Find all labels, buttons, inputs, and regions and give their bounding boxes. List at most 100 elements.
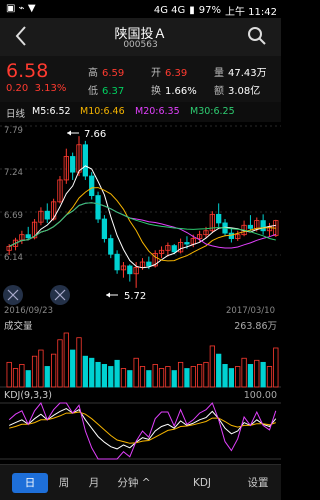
- amount-label: 额: [214, 86, 224, 97]
- network-indicator: 4G 4G: [153, 5, 186, 16]
- high-field: 高 6.59: [88, 64, 124, 79]
- volume-bar: [95, 361, 101, 388]
- volume-bar: [209, 345, 215, 388]
- candle-body: [89, 175, 95, 196]
- ma-legend: 日线 M5:6.52 M10:6.46 M20:6.35 M30:6.25: [0, 102, 281, 122]
- volume-bar: [133, 357, 139, 388]
- zoom-in-button[interactable]: [50, 285, 70, 305]
- date-axis-start: 2016/09/23: [4, 306, 53, 316]
- volume-bar: [235, 366, 241, 388]
- volume-bar: [25, 370, 31, 388]
- candle-body: [108, 238, 114, 255]
- volume-bar: [120, 368, 127, 388]
- volume-chart[interactable]: [0, 330, 281, 388]
- period-label[interactable]: 日线: [6, 106, 25, 120]
- ma30-label: M30:6.25: [190, 106, 235, 117]
- volume-bar: [222, 364, 228, 388]
- volume-bar: [266, 366, 273, 388]
- search-icon: [248, 27, 266, 45]
- volume-value: 47.43万: [228, 68, 267, 79]
- stock-code: 000563: [123, 40, 158, 50]
- volume-bar: [158, 368, 165, 388]
- high-annotation: 7.66: [67, 129, 106, 140]
- volume-bar: [241, 357, 247, 388]
- candle-body: [101, 218, 108, 239]
- volume-bar: [44, 366, 50, 388]
- volume-bar: [76, 337, 82, 388]
- kdj-header: KDJ(9,3,3) 100.00: [0, 388, 281, 402]
- tab-kdj[interactable]: KDJ: [186, 473, 218, 493]
- volume-bar: [177, 361, 184, 388]
- volume-bar: [197, 364, 203, 388]
- search-button[interactable]: [247, 26, 267, 46]
- candle-body: [25, 234, 31, 239]
- status-bar: ▣ ⌁ ▼ 4G 4G ▮ 97% 上午 11:42: [0, 0, 281, 18]
- ma30-line: [8, 202, 276, 247]
- battery-level: 97%: [198, 5, 221, 16]
- current-price: 6.58: [6, 60, 49, 82]
- kdj-max: 100.00: [243, 390, 277, 401]
- price-axis-mid1: 7.24: [4, 168, 23, 178]
- tab-day[interactable]: 日: [12, 473, 48, 493]
- candle-body: [114, 253, 120, 271]
- open-field: 开 6.39: [151, 64, 187, 79]
- tab-week[interactable]: 周: [52, 473, 76, 493]
- battery-icon: ▮: [189, 5, 195, 16]
- period-tabbar: 日 周 月 分钟 ^ KDJ 设置: [0, 464, 281, 500]
- zoom-out-button[interactable]: [3, 285, 23, 305]
- date-axis-end: 2017/03/10: [226, 306, 275, 316]
- high-marker-text: 7.66: [84, 129, 106, 140]
- candle-body: [184, 242, 190, 245]
- tab-month[interactable]: 月: [82, 473, 106, 493]
- volume-label: 量: [214, 68, 224, 79]
- volume-bar: [165, 366, 171, 388]
- volume-bar: [82, 355, 88, 388]
- volume-bar: [273, 347, 279, 388]
- candlestick-chart[interactable]: 7.79 7.24 6.69 6.14 7.66 5.72 2016/09/23…: [0, 122, 281, 322]
- candle-body: [44, 210, 50, 220]
- low-marker-text: 5.72: [124, 291, 146, 302]
- change-value: 0.20: [6, 83, 29, 94]
- price-change: 0.20 3.13%: [6, 83, 66, 94]
- price-axis-top: 7.79: [4, 126, 23, 136]
- status-right: 4G 4G ▮ 97% 上午 11:42: [154, 3, 277, 18]
- volume-bar: [171, 370, 177, 388]
- tab-settings[interactable]: 设置: [240, 473, 276, 493]
- candle-body: [70, 156, 76, 173]
- volume-bar: [190, 366, 196, 388]
- clock: 上午 11:42: [225, 7, 277, 18]
- ma20-label: M20:6.35: [135, 106, 180, 117]
- tab-minute[interactable]: 分钟 ^: [112, 473, 156, 493]
- amount-field: 额 3.08亿: [214, 82, 260, 97]
- volume-bar: [57, 339, 63, 388]
- volume-bar: [228, 368, 235, 388]
- candle-body: [171, 245, 177, 253]
- price-axis-low: 6.14: [4, 253, 23, 263]
- candle-body: [127, 265, 133, 275]
- volume-bar: [19, 364, 25, 388]
- turnover-field: 换 1.66%: [151, 82, 197, 97]
- high-label: 高: [88, 68, 98, 79]
- candle-body: [95, 195, 101, 220]
- candle-body: [228, 232, 235, 239]
- kdj-j-line: [8, 402, 277, 460]
- turnover-value: 1.66%: [165, 86, 197, 97]
- kdj-chart[interactable]: [0, 402, 281, 460]
- ma10-line: [8, 187, 276, 262]
- volume-bar: [101, 364, 108, 388]
- volume-bar: [152, 364, 158, 388]
- low-label: 低: [88, 86, 98, 97]
- volume-bar: [139, 366, 146, 388]
- high-value: 6.59: [102, 68, 125, 79]
- volume-bar: [254, 359, 260, 388]
- volume-bar: [63, 332, 69, 388]
- open-value: 6.39: [165, 68, 188, 79]
- volume-bar: [146, 370, 152, 388]
- low-field: 低 6.37: [88, 82, 124, 97]
- status-icons-left: ▣ ⌁ ▼: [6, 3, 36, 14]
- amount-value: 3.08亿: [228, 86, 261, 97]
- volume-field: 量 47.43万: [214, 64, 267, 79]
- volume-bar: [184, 368, 190, 388]
- low-value: 6.37: [102, 86, 125, 97]
- ma20-line: [8, 202, 276, 249]
